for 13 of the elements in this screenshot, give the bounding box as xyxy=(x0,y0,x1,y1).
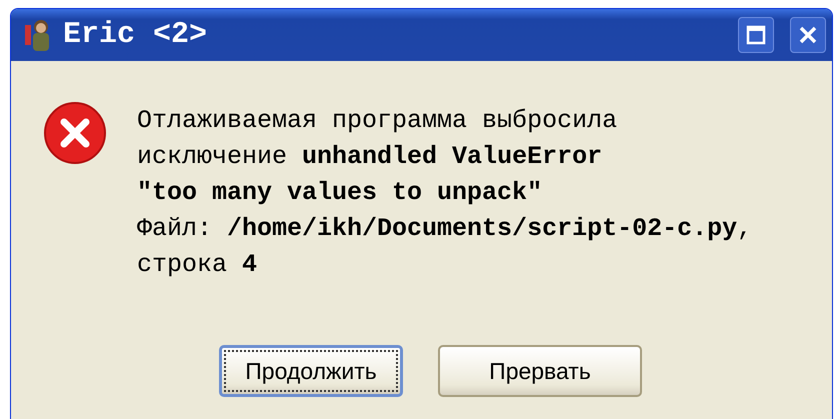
message-line: Файл: /home/ikh/Documents/script-02-c.py, xyxy=(137,213,752,245)
message-line: "too many values to unpack" xyxy=(137,177,544,209)
dialog-button[interactable]: Прервать xyxy=(438,345,642,397)
app-icon xyxy=(25,17,51,53)
dialog-button[interactable]: Продолжить xyxy=(219,345,403,397)
maximize-button[interactable] xyxy=(738,17,774,53)
message-line: исключение unhandled ValueError xyxy=(137,141,604,173)
maximize-icon xyxy=(744,23,768,47)
message-line: Отлаживаемая программа выбросила xyxy=(137,105,618,137)
window-title: Eric <2> xyxy=(63,18,208,52)
message-line: строка 4 xyxy=(137,249,258,281)
close-button[interactable] xyxy=(790,17,826,53)
error-icon xyxy=(43,101,107,165)
